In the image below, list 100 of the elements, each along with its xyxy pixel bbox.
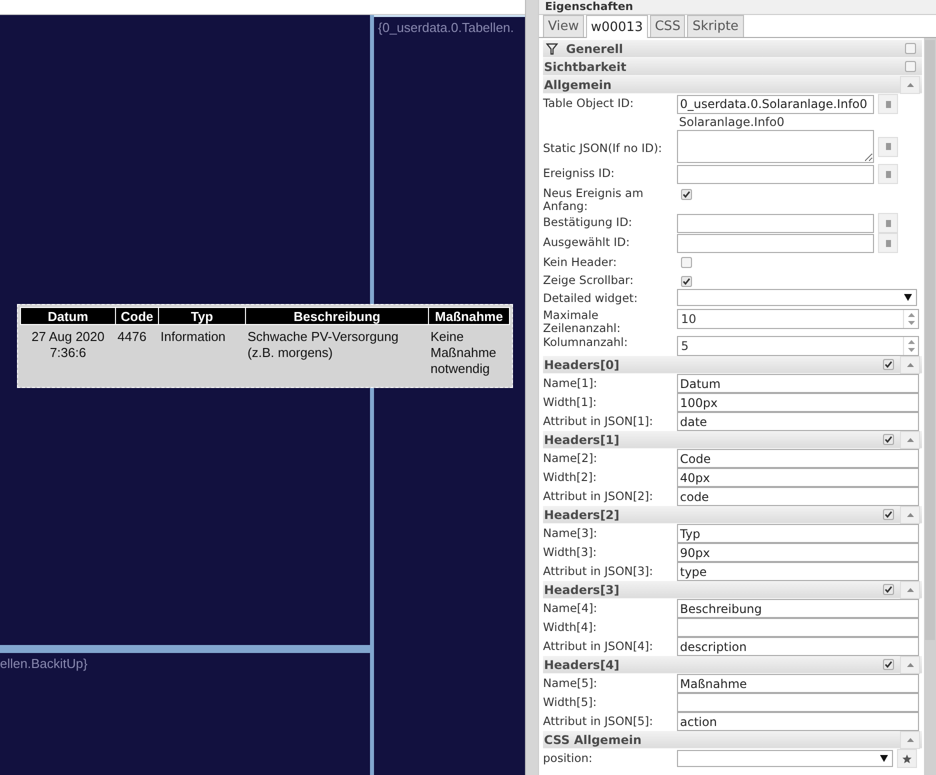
input-field[interactable]: 100px <box>677 393 919 412</box>
input-field[interactable]: 0_userdata.0.Solaranlage.Info0 <box>677 94 874 114</box>
table-cell: Information <box>158 324 246 381</box>
field-label: Ausgewählt ID: <box>543 234 631 249</box>
input-field[interactable]: action <box>677 712 919 731</box>
section-header[interactable]: Headers[3] <box>543 581 922 599</box>
picker-button[interactable] <box>878 94 898 114</box>
collapse-button[interactable] <box>900 730 920 748</box>
checkbox[interactable] <box>883 659 894 670</box>
field-label: Attribut in JSON[5]: <box>543 713 654 728</box>
input-field[interactable]: 90px <box>677 543 919 562</box>
table-widget[interactable]: Datum Code Typ Beschreibung Maßnahme 27 Aug 2020 7:36:6 4476 Information Schwache PV-Versorgung (z.B. morgens) Keine Maßnahme notwendig <box>17 304 513 388</box>
input-field[interactable]: description <box>677 637 919 656</box>
field-label: Maximale Zeilenanzahl: <box>543 308 622 335</box>
star-icon <box>902 754 912 764</box>
section-header[interactable]: Headers[1] <box>543 431 922 449</box>
field-label: Width[4]: <box>543 619 598 634</box>
checkbox[interactable] <box>905 61 916 72</box>
field-label: Attribut in JSON[1]: <box>543 413 654 428</box>
field-label: Name[5]: <box>543 675 598 690</box>
picker-button[interactable] <box>878 136 898 156</box>
input-field[interactable]: 40px <box>677 468 919 487</box>
field-label: Name[3]: <box>543 525 598 540</box>
field-label: Bestätigung ID: <box>543 214 634 229</box>
section-title: Allgemein <box>544 78 612 92</box>
checkbox[interactable] <box>681 257 692 268</box>
section-header[interactable]: Headers[2] <box>543 506 922 524</box>
section-header[interactable]: Allgemein <box>543 76 922 94</box>
input-field[interactable]: Maßnahme <box>677 674 919 693</box>
tab[interactable]: Skripte <box>687 15 744 37</box>
input-field[interactable] <box>677 618 919 637</box>
checkbox[interactable] <box>883 359 894 370</box>
field-label: Width[3]: <box>543 544 598 559</box>
column-header: Code <box>116 308 158 324</box>
input-field[interactable]: Typ <box>677 524 919 543</box>
spinner-arrows-icon[interactable] <box>908 312 914 326</box>
section-header[interactable]: Headers[4] <box>543 656 922 674</box>
field-label: Width[1]: <box>543 394 598 409</box>
section-title: Headers[0] <box>544 358 620 372</box>
scrollbar[interactable] <box>924 38 936 775</box>
field-label: Name[4]: <box>543 600 598 615</box>
picker-button[interactable] <box>878 164 898 184</box>
section-title: Headers[2] <box>544 508 620 522</box>
filter-icon[interactable] <box>546 42 558 54</box>
input-field[interactable]: date <box>677 412 919 431</box>
section-header[interactable]: CSS Allgemein <box>543 731 922 749</box>
caret-up-icon <box>906 512 914 516</box>
spinner-arrows-icon[interactable] <box>908 339 914 353</box>
checkbox[interactable] <box>905 43 916 54</box>
field-label: Detailed widget: <box>543 290 639 305</box>
section-header[interactable]: Generell <box>543 40 922 58</box>
panel-title: Eigenschaften <box>545 0 634 14</box>
input-field[interactable]: Datum <box>677 374 919 393</box>
tab[interactable]: View <box>543 15 584 37</box>
picker-button[interactable] <box>878 233 898 253</box>
collapse-button[interactable] <box>900 580 920 598</box>
tab[interactable]: w00013 <box>586 15 648 38</box>
scrollbar[interactable] <box>525 0 538 775</box>
input-field[interactable] <box>677 234 874 252</box>
table-cell: Schwache PV-Versorgung (z.B. morgens) <box>246 324 428 381</box>
column-header: Datum <box>20 308 116 324</box>
input-field[interactable]: Beschreibung <box>677 599 919 618</box>
column-header: Beschreibung <box>246 308 428 324</box>
caret-up-icon <box>906 662 914 666</box>
table-cell: Keine Maßnahme notwendig <box>428 324 510 381</box>
checkbox[interactable] <box>681 276 692 287</box>
caret-up-icon <box>906 362 914 366</box>
collapse-button[interactable] <box>900 356 920 374</box>
section-header[interactable]: Headers[0] <box>543 356 922 374</box>
input-field[interactable] <box>677 214 874 232</box>
collapse-button[interactable] <box>900 656 920 674</box>
section-title: Headers[3] <box>544 582 620 596</box>
field-label: Ereigniss ID: <box>543 165 616 180</box>
caret-up-icon <box>906 738 914 742</box>
checkbox[interactable] <box>883 509 894 520</box>
scrollbar-thumb[interactable] <box>925 40 935 640</box>
collapse-button[interactable] <box>900 430 920 448</box>
input-field[interactable]: Code <box>677 449 919 468</box>
checkbox[interactable] <box>883 584 894 595</box>
checkbox[interactable] <box>681 189 692 200</box>
section-header[interactable]: Sichtbarkeit <box>543 58 922 76</box>
number-field[interactable]: 10 <box>677 309 919 329</box>
picker-button[interactable] <box>878 213 898 233</box>
input-field[interactable]: code <box>677 487 919 506</box>
collapse-button[interactable] <box>900 506 920 524</box>
input-field[interactable]: type <box>677 562 919 581</box>
input-field[interactable] <box>677 693 919 712</box>
field-label: Attribut in JSON[2]: <box>543 488 654 503</box>
collapse-button[interactable] <box>900 76 920 94</box>
input-field[interactable] <box>677 164 874 184</box>
field-label: Neus Ereignis am Anfang: <box>543 185 644 213</box>
checkbox[interactable] <box>883 434 894 445</box>
text-area[interactable] <box>677 130 874 163</box>
caret-up-icon <box>906 588 914 592</box>
field-label: Table Object ID: <box>543 95 635 110</box>
star-button[interactable] <box>897 749 917 768</box>
tab[interactable]: CSS <box>650 15 686 37</box>
field-label: Attribut in JSON[3]: <box>543 563 654 578</box>
number-field[interactable]: 5 <box>677 336 919 356</box>
caret-down-icon <box>880 755 888 762</box>
